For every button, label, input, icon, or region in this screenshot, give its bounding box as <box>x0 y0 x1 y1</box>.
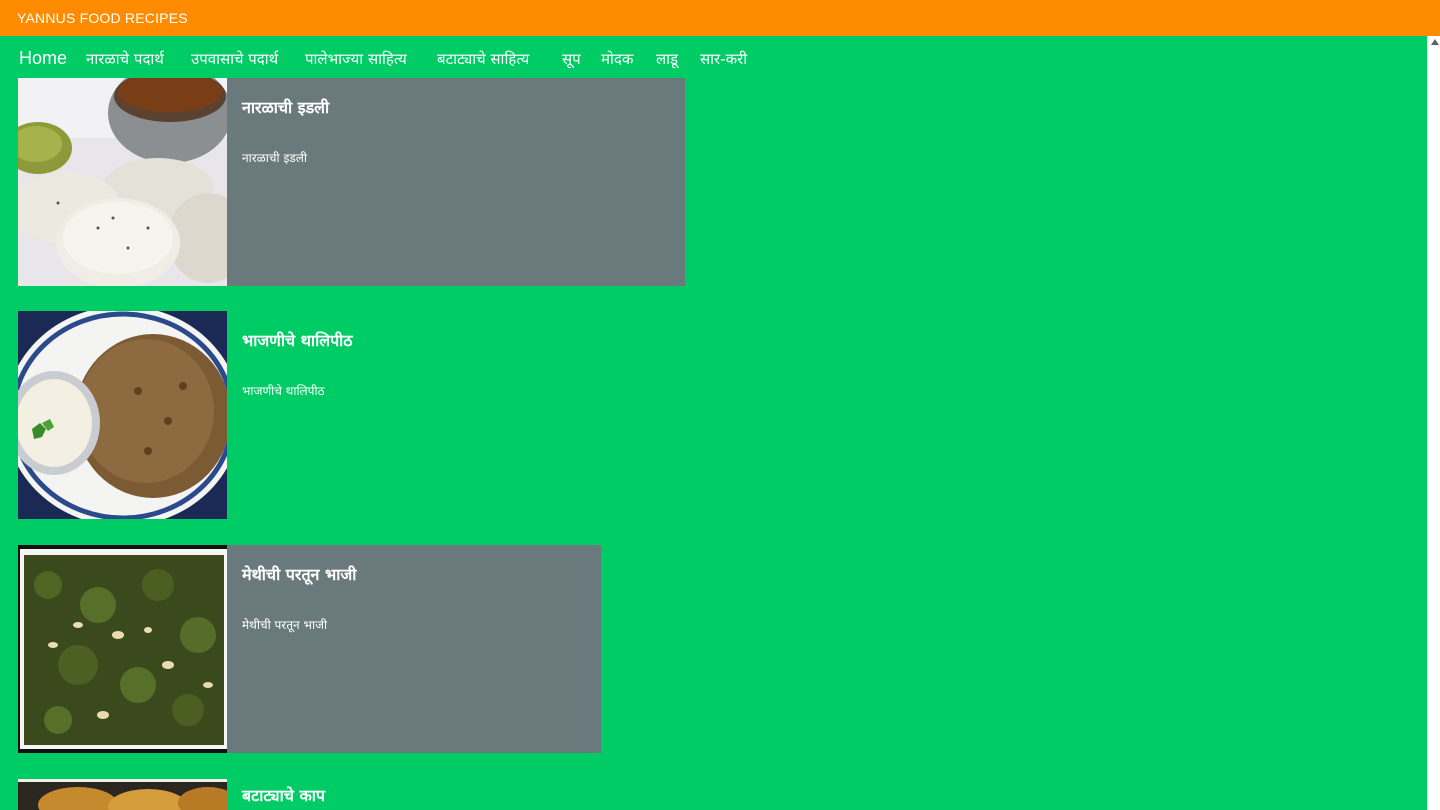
recipe-description: नारळाची इडली <box>242 151 308 165</box>
app-title-bar: YANNUS FOOD RECIPES <box>0 0 1440 36</box>
recipe-title: बटाट्याचे काप <box>242 786 325 805</box>
recipe-card[interactable]: भाजणीचे थालिपीठ भाजणीचे थालिपीठ <box>18 311 685 519</box>
nav-item-saar-curry[interactable]: सार-करी <box>700 44 747 74</box>
recipe-card[interactable]: बटाट्याचे काप <box>18 779 685 810</box>
recipe-description: मेथीची परतून भाजी <box>242 618 328 632</box>
recipe-description: भाजणीचे थालिपीठ <box>242 384 325 398</box>
scroll-up-arrow-icon[interactable] <box>1431 39 1439 45</box>
category-nav: Home नारळाचे पदार्थ उपवासाचे पदार्थ पाले… <box>0 44 1420 76</box>
nav-item-ladoo[interactable]: लाडू <box>656 44 678 74</box>
nav-item-leafy-vegetables[interactable]: पालेभाज्या साहित्य <box>305 44 407 74</box>
thalipeeth-photo <box>18 311 227 519</box>
idli-photo <box>18 78 227 286</box>
app-title: YANNUS FOOD RECIPES <box>17 10 188 26</box>
recipe-card[interactable]: मेथीची परतून भाजी मेथीची परतून भाजी <box>18 545 601 753</box>
nav-item-fasting-dishes[interactable]: उपवासाचे पदार्थ <box>191 44 278 74</box>
nav-item-potato-dishes[interactable]: बटाट्याचे साहित्य <box>437 44 529 74</box>
recipe-card[interactable]: नारळाची इडली नारळाची इडली <box>18 78 685 286</box>
batata-kaap-photo <box>18 779 227 810</box>
nav-item-soup[interactable]: सूप <box>562 44 581 74</box>
nav-item-modak[interactable]: मोदक <box>601 44 633 74</box>
vertical-scrollbar[interactable] <box>1427 36 1440 810</box>
nav-item-home[interactable]: Home <box>19 44 67 72</box>
recipe-title: भाजणीचे थालिपीठ <box>242 331 353 350</box>
recipe-title: मेथीची परतून भाजी <box>242 565 357 584</box>
nav-item-coconut-dishes[interactable]: नारळाचे पदार्थ <box>86 44 164 74</box>
methi-bhaji-photo <box>18 545 227 753</box>
recipe-title: नारळाची इडली <box>242 98 330 117</box>
